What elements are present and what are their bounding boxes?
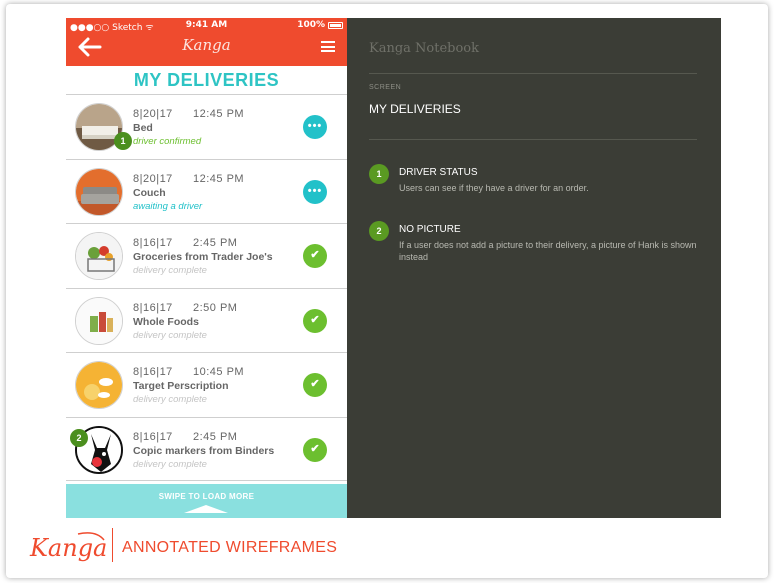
annotation-badge-1: 1 <box>114 132 132 150</box>
delivery-status: delivery complete <box>133 265 207 276</box>
hamburger-menu-icon[interactable] <box>321 41 335 52</box>
footer-divider <box>112 528 113 562</box>
phone-screen: ●●●○○ Sketch ᯤ 9:41 AM 100% Kanga MY DEL… <box>66 18 347 518</box>
divider <box>369 73 697 74</box>
delivery-time: 12:45 PM <box>193 108 245 120</box>
app-header: ●●●○○ Sketch ᯤ 9:41 AM 100% Kanga <box>66 18 347 66</box>
notebook-panel: Kanga Notebook SCREEN MY DELIVERIES 1 DR… <box>347 18 721 518</box>
check-complete-icon[interactable]: ✔ <box>303 437 327 462</box>
delivery-name: Groceries from Trader Joe's <box>133 251 273 263</box>
screen-name: MY DELIVERIES <box>369 102 461 116</box>
delivery-thumbnail <box>75 232 123 280</box>
note-number-badge: 2 <box>369 221 389 241</box>
delivery-date: 8|20|17 <box>133 172 173 185</box>
delivery-date: 8|16|17 <box>133 237 173 249</box>
delivery-date: 8|16|17 <box>133 301 173 314</box>
delivery-thumbnail <box>75 167 123 216</box>
delivery-name: Couch <box>133 186 166 199</box>
delivery-row[interactable]: 8|16|17 2:50 PM Whole Foods delivery com… <box>66 287 347 353</box>
load-more-button[interactable]: SWIPE TO LOAD MORE <box>66 484 347 518</box>
delivery-date: 8|20|17 <box>133 108 173 120</box>
delivery-date: 8|16|17 <box>133 430 173 443</box>
annotation-badge-2: 2 <box>70 428 88 447</box>
divider <box>369 139 697 140</box>
delivery-time: 2:45 PM <box>193 430 238 443</box>
load-more-label: SWIPE TO LOAD MORE <box>158 492 255 501</box>
kanga-logo: Kanga <box>182 36 231 54</box>
delivery-time: 2:45 PM <box>193 237 238 249</box>
notebook-title: Kanga Notebook <box>369 41 480 56</box>
delivery-row[interactable]: 1 8|20|17 12:45 PM Bed driver confirmed … <box>66 94 347 159</box>
screen-label: SCREEN <box>369 84 402 91</box>
check-complete-icon[interactable]: ✔ <box>303 244 327 268</box>
delivery-name: Target Perscription <box>133 380 229 392</box>
delivery-time: 12:45 PM <box>193 172 245 185</box>
footer-title: ANNOTATED WIREFRAMES <box>122 539 338 556</box>
delivery-row[interactable]: 2 8|16|17 2:45 PM Copic markers from Bin… <box>66 416 347 481</box>
delivery-name: Copic markers from Binders <box>133 444 275 457</box>
note-description: Users can see if they have a driver for … <box>399 183 589 193</box>
note-title: DRIVER STATUS <box>399 167 478 178</box>
deliveries-list: 1 8|20|17 12:45 PM Bed driver confirmed … <box>66 94 347 481</box>
note-number-badge: 1 <box>369 164 389 184</box>
delivery-date: 8|16|17 <box>133 366 173 378</box>
delivery-status: delivery complete <box>133 329 207 341</box>
delivery-row[interactable]: 8|16|17 10:45 PM Target Perscription del… <box>66 352 347 417</box>
status-bar: ●●●○○ Sketch ᯤ 9:41 AM 100% <box>66 18 347 34</box>
delivery-status: delivery complete <box>133 458 207 470</box>
delivery-status: driver confirmed <box>133 136 202 147</box>
delivery-time: 2:50 PM <box>193 301 238 314</box>
delivery-row[interactable]: 8|16|17 2:45 PM Groceries from Trader Jo… <box>66 223 347 288</box>
delivery-name: Bed <box>133 122 153 134</box>
delivery-name: Whole Foods <box>133 315 199 328</box>
wireframe-slide: ●●●○○ Sketch ᯤ 9:41 AM 100% Kanga MY DEL… <box>6 4 768 578</box>
check-complete-icon[interactable]: ✔ <box>303 308 327 333</box>
kanga-footer-logo: Kanga <box>29 532 107 562</box>
delivery-row[interactable]: 8|20|17 12:45 PM Couch awaiting a driver… <box>66 158 347 224</box>
battery-percent: 100% <box>297 20 325 30</box>
note-description: If a user does not add a picture to thei… <box>399 240 697 262</box>
delivery-status: delivery complete <box>133 394 207 405</box>
footer-logo-text: Kanga <box>29 534 107 562</box>
more-options-button[interactable]: ••• <box>303 179 327 204</box>
delivery-status: awaiting a driver <box>133 200 203 212</box>
battery-icon <box>328 22 343 29</box>
delivery-thumbnail <box>75 361 123 409</box>
delivery-time: 10:45 PM <box>193 366 245 378</box>
more-options-button[interactable]: ••• <box>303 115 327 139</box>
check-complete-icon[interactable]: ✔ <box>303 373 327 397</box>
note-title: NO PICTURE <box>399 224 461 235</box>
up-arrow-icon <box>184 505 228 513</box>
page-title: MY DELIVERIES <box>133 70 280 90</box>
delivery-thumbnail <box>75 296 123 345</box>
